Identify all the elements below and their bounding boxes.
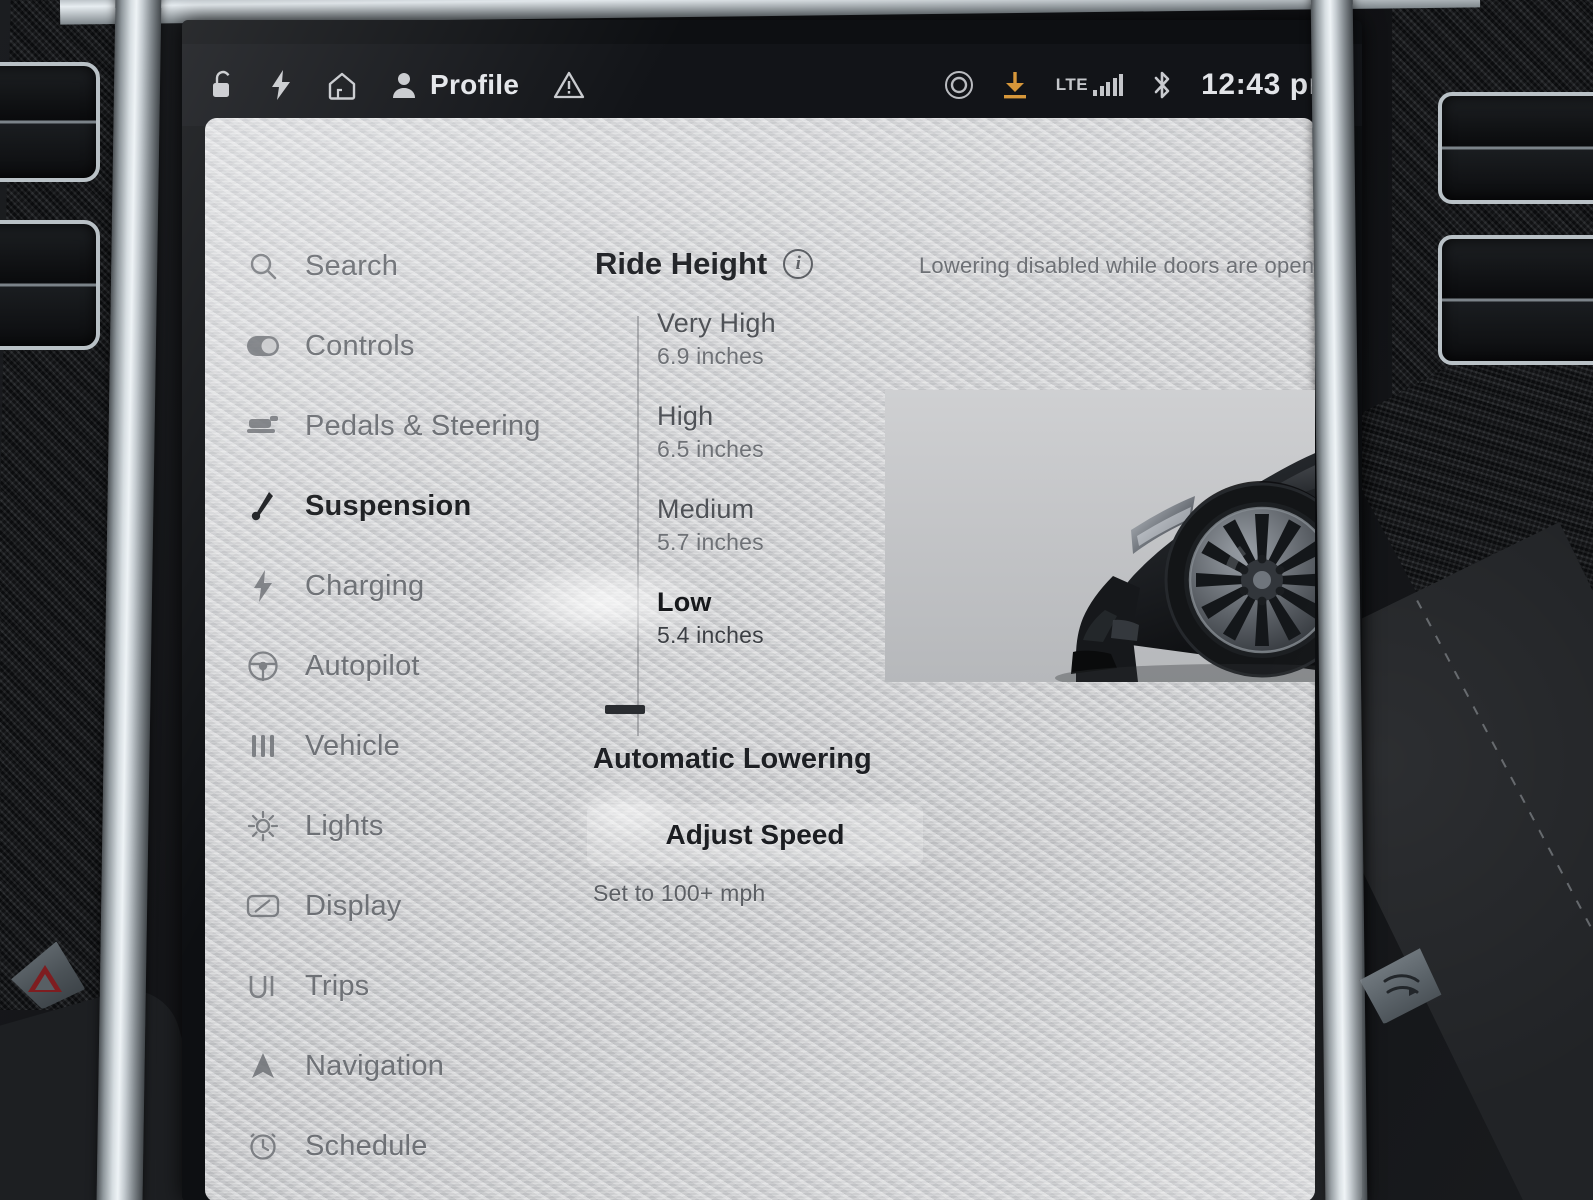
ride-height-option-medium[interactable]: Medium 5.7 inches (657, 494, 897, 587)
seats-icon (241, 731, 285, 761)
tesla-model-s-front-quarter-photo (885, 390, 1315, 682)
steering-wheel-icon (241, 650, 285, 682)
ride-height-slider-track[interactable] (637, 316, 639, 736)
profile-button[interactable]: Profile (392, 69, 519, 101)
navigation-arrow-icon (241, 1051, 285, 1081)
ride-height-options: Very High 6.9 inches High 6.5 inches Med… (657, 308, 897, 680)
person-icon (392, 71, 416, 99)
settings-panel: Search Controls Pedals & Steering Suspen… (205, 118, 1315, 1200)
signal-bars-icon (1093, 74, 1124, 96)
ride-height-option-high[interactable]: High 6.5 inches (657, 401, 897, 494)
home-icon[interactable] (326, 70, 358, 100)
headlight-icon (241, 810, 285, 842)
pedals-icon (241, 413, 285, 439)
sidebar-item-label: Lights (305, 809, 384, 842)
option-name: Low (657, 587, 712, 617)
sidebar-item-label: Display (305, 889, 402, 922)
clock-icon (241, 1131, 285, 1161)
air-vent-left-upper[interactable] (0, 62, 100, 182)
center-touchscreen[interactable]: Profile LTE 12:43 pm Search Controls Ped… (182, 20, 1362, 1200)
option-value: 5.7 inches (657, 529, 764, 555)
ride-height-option-very-high[interactable]: Very High 6.9 inches (657, 308, 897, 401)
search-icon (241, 251, 285, 281)
lte-indicator: LTE (1056, 74, 1124, 96)
automatic-lowering-title: Automatic Lowering (593, 743, 872, 775)
option-value: 6.9 inches (657, 343, 764, 369)
sidebar-item-lights[interactable]: Lights (241, 786, 551, 866)
sidebar-item-search[interactable]: Search (241, 226, 551, 306)
sidebar-item-trips[interactable]: Trips (241, 946, 551, 1026)
sidebar-item-label: Schedule (305, 1129, 428, 1162)
bluetooth-icon[interactable] (1151, 69, 1173, 101)
sidebar-item-vehicle[interactable]: Vehicle (241, 706, 551, 786)
option-name: Medium (657, 494, 755, 524)
sidebar-item-label: Controls (305, 329, 415, 362)
shock-absorber-icon (241, 489, 285, 523)
bolt-icon (241, 569, 285, 603)
air-vent-left-lower[interactable] (0, 220, 100, 350)
download-arrow-icon[interactable] (1002, 70, 1028, 100)
sidebar-item-label: Pedals & Steering (305, 409, 541, 442)
sidebar-item-label: Autopilot (305, 649, 420, 682)
warning-triangle-icon[interactable] (553, 70, 585, 100)
option-name: Very High (657, 308, 776, 338)
sidebar-item-label: Charging (305, 569, 425, 602)
status-bar: Profile LTE 12:43 pm (182, 44, 1362, 126)
sidebar-item-controls[interactable]: Controls (241, 306, 551, 386)
option-value: 6.5 inches (657, 436, 764, 462)
hazard-triangle-icon (28, 964, 62, 992)
sidebar-item-navigation[interactable]: Navigation (241, 1026, 551, 1106)
set-to-speed-label: Set to 100+ mph (593, 880, 766, 906)
lowering-disabled-warning: Lowering disabled while doors are open (919, 253, 1315, 278)
screen-icon (241, 893, 285, 919)
air-vent-right-lower[interactable] (1438, 235, 1593, 365)
sidebar-item-label: Navigation (305, 1049, 445, 1082)
unlocked-padlock-icon[interactable] (210, 70, 236, 100)
ride-height-option-low[interactable]: Low 5.4 inches (657, 587, 897, 680)
toggle-icon (241, 335, 285, 357)
ride-height-slider-thumb[interactable] (605, 705, 645, 714)
settings-sidebar: Search Controls Pedals & Steering Suspen… (241, 226, 551, 1186)
bolt-icon[interactable] (270, 69, 292, 101)
ride-height-title-label: Ride Height (595, 246, 768, 281)
screenshot-root: Profile LTE 12:43 pm Search Controls Ped… (0, 0, 1593, 1200)
sidebar-item-label: Trips (305, 969, 370, 1002)
sidebar-item-label: Search (305, 249, 399, 282)
info-icon[interactable]: i (783, 249, 814, 279)
sidebar-item-schedule[interactable]: Schedule (241, 1106, 551, 1186)
sidebar-item-autopilot[interactable]: Autopilot (241, 626, 551, 706)
profile-label: Profile (430, 69, 520, 100)
sidebar-item-display[interactable]: Display (241, 866, 551, 946)
sidebar-item-pedals-steering[interactable]: Pedals & Steering (241, 386, 551, 466)
ride-height-title: Ride Height i (595, 246, 814, 282)
adjust-speed-button[interactable]: Adjust Speed (587, 804, 923, 866)
sidebar-item-charging[interactable]: Charging (241, 546, 551, 626)
sidebar-item-label: Suspension (305, 489, 472, 522)
circle-target-icon[interactable] (944, 70, 974, 100)
option-name: High (657, 401, 714, 431)
trip-meter-icon (241, 972, 285, 1000)
air-vent-right-upper[interactable] (1438, 92, 1593, 204)
sidebar-item-suspension[interactable]: Suspension (241, 466, 551, 546)
defog-icon (1383, 974, 1420, 996)
sidebar-item-label: Vehicle (305, 729, 400, 762)
option-value: 5.4 inches (657, 622, 764, 648)
